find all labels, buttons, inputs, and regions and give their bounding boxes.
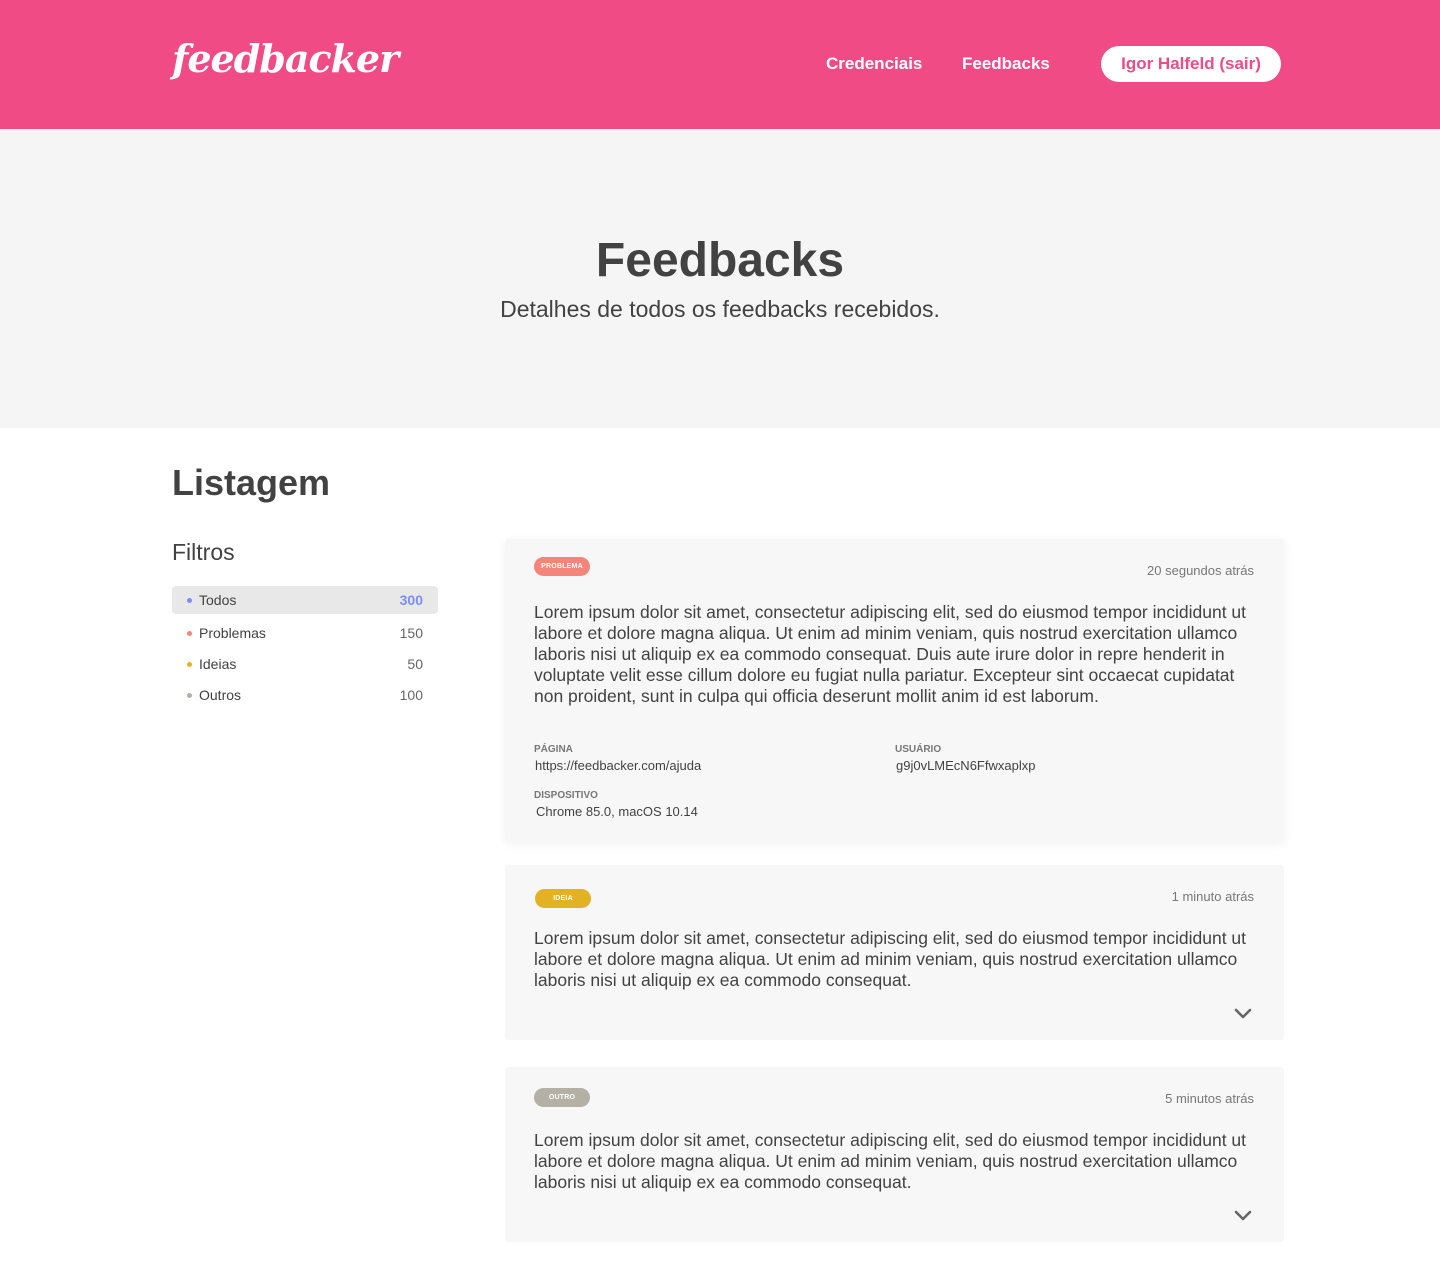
feedback-text: Lorem ipsum dolor sit amet, consectetur … — [534, 602, 1247, 706]
filter-ideias[interactable]: Ideias 50 — [172, 650, 438, 678]
user-label: USUÁRIO — [895, 744, 942, 755]
device-value: Chrome 85.0, macOS 10.14 — [536, 804, 698, 819]
filter-problemas[interactable]: Problemas 150 — [172, 619, 438, 647]
logo[interactable]: feedbacker — [172, 36, 399, 81]
filter-dot-icon — [187, 662, 192, 667]
feedback-type-badge: OUTRO — [534, 1088, 590, 1107]
filter-count: 100 — [399, 687, 423, 703]
filter-count: 50 — [407, 656, 423, 672]
listing-title: Listagem — [172, 462, 331, 503]
page-subtitle: Detalhes de todos os feedbacks recebidos… — [500, 296, 940, 322]
filter-count: 300 — [399, 592, 423, 608]
page-label: PÁGINA — [534, 744, 573, 755]
nav-credentials-link[interactable]: Credenciais — [826, 54, 922, 74]
filter-label: Outros — [199, 687, 242, 703]
feedback-card[interactable]: IDEIA 1 minuto atrás Lorem ipsum dolor s… — [505, 865, 1284, 1040]
feedback-card[interactable]: OUTRO 5 minutos atrás Lorem ipsum dolor … — [505, 1067, 1284, 1242]
filter-label: Ideias — [199, 656, 237, 672]
feedback-time: 20 segundos atrás — [1147, 563, 1254, 578]
nav-feedbacks-link[interactable]: Feedbacks — [962, 54, 1050, 74]
filter-count: 150 — [399, 625, 423, 641]
page-title: Feedbacks — [595, 234, 845, 287]
filter-dot-icon — [187, 631, 192, 636]
filter-label: Todos — [199, 592, 237, 608]
feedback-text: Lorem ipsum dolor sit amet, consectetur … — [534, 928, 1247, 990]
hero-section: Feedbacks Detalhes de todos os feedbacks… — [0, 129, 1440, 428]
filter-dot-icon — [187, 693, 192, 698]
filter-outros[interactable]: Outros 100 — [172, 681, 438, 709]
feedback-text: Lorem ipsum dolor sit amet, consectetur … — [534, 1130, 1247, 1192]
page-value: https://feedbacker.com/ajuda — [535, 758, 702, 773]
filter-todos[interactable]: Todos 300 — [172, 586, 438, 614]
logout-button[interactable]: Igor Halfeld (sair) — [1101, 46, 1281, 82]
chevron-down-icon[interactable] — [1234, 1210, 1252, 1222]
chevron-down-icon[interactable] — [1234, 1008, 1252, 1020]
filters-title: Filtros — [172, 539, 235, 565]
filter-label: Problemas — [199, 625, 266, 641]
feedback-type-badge: IDEIA — [535, 889, 591, 908]
header: feedbacker Credenciais Feedbacks Igor Ha… — [0, 0, 1440, 129]
filter-dot-icon — [187, 598, 192, 603]
feedback-time: 1 minuto atrás — [1171, 889, 1254, 904]
feedback-time: 5 minutos atrás — [1165, 1091, 1254, 1106]
user-value: g9j0vLMEcN6Ffwxaplxp — [896, 758, 1036, 773]
feedback-type-badge: PROBLEMA — [534, 557, 590, 576]
device-label: DISPOSITIVO — [534, 790, 598, 801]
feedback-card[interactable]: PROBLEMA 20 segundos atrás Lorem ipsum d… — [505, 539, 1284, 842]
